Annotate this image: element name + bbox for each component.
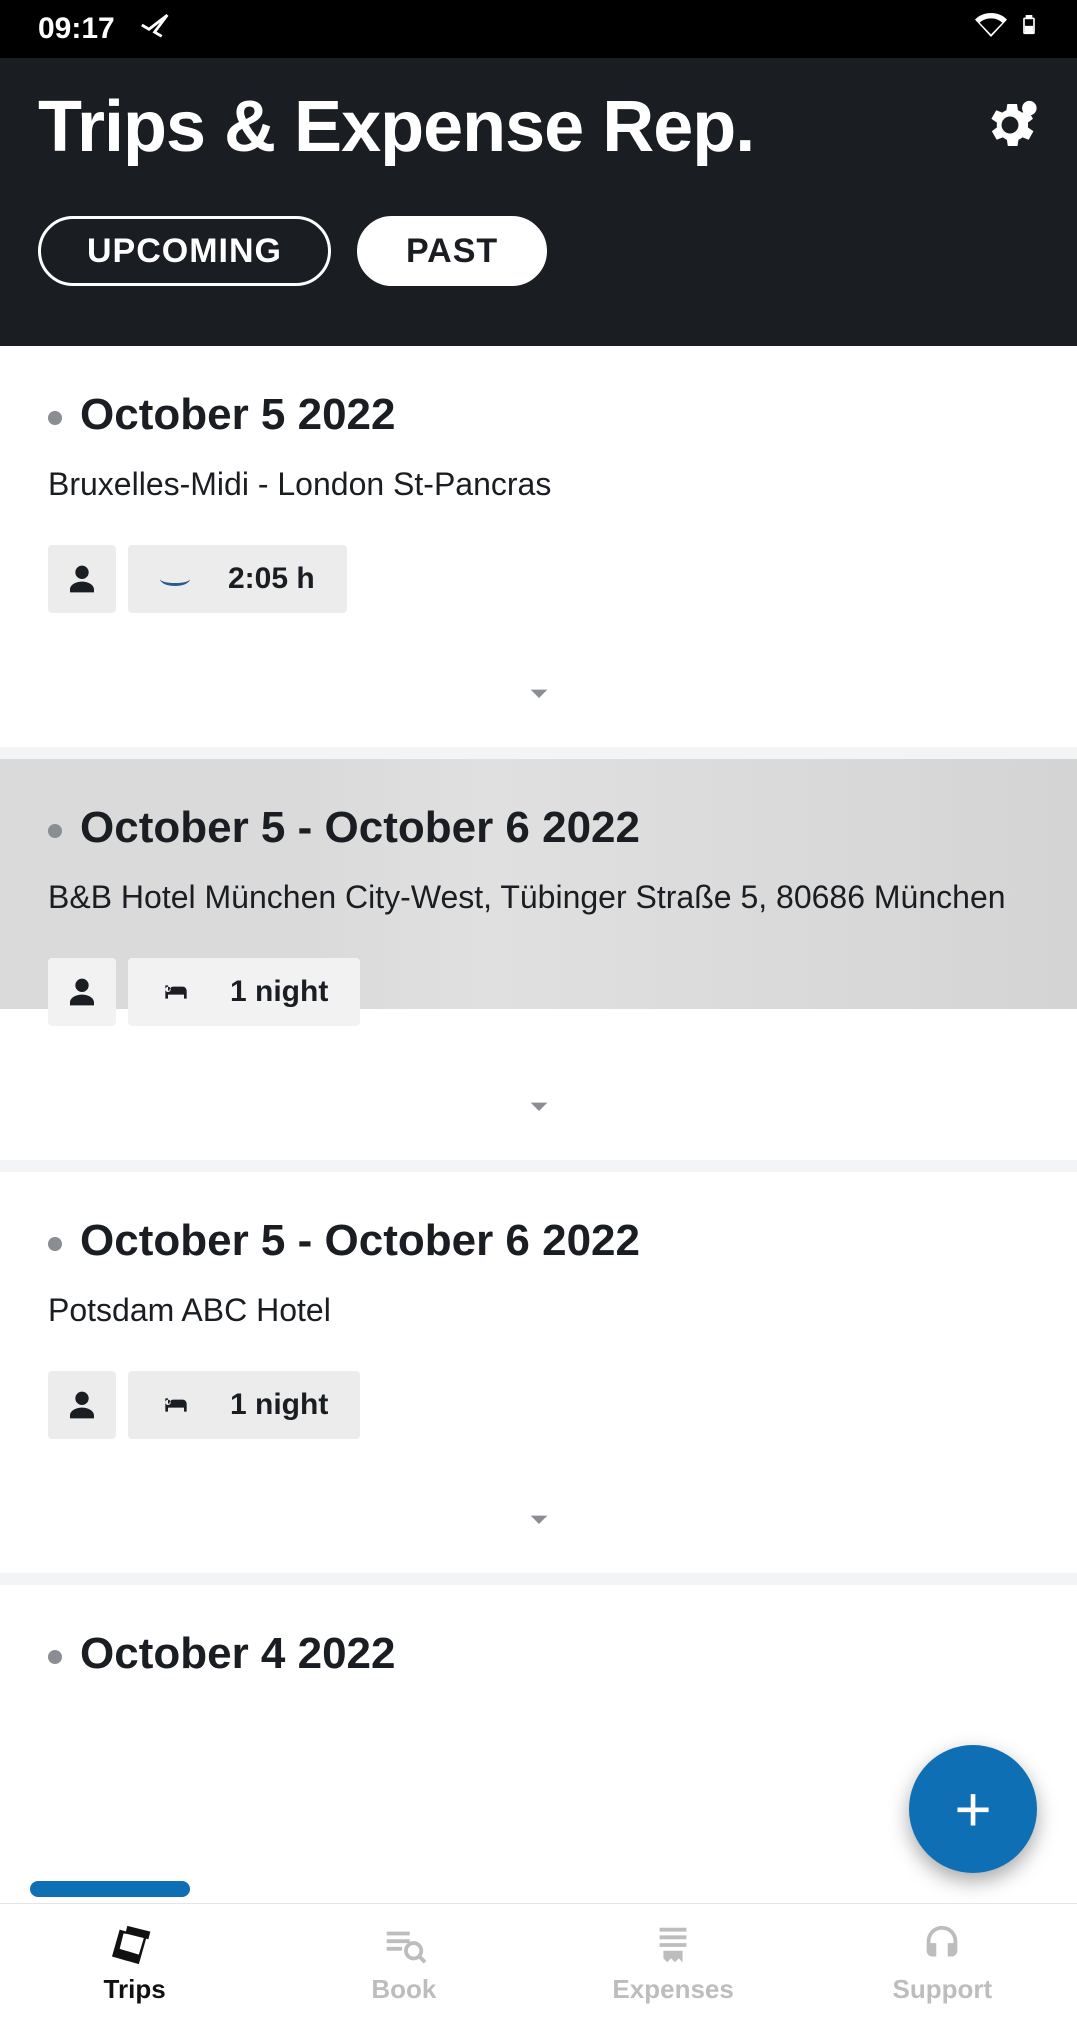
bed-icon: [160, 976, 192, 1008]
traveler-chip[interactable]: [48, 545, 116, 613]
plus-icon: +: [954, 1777, 991, 1841]
bed-icon: [160, 1389, 192, 1421]
trip-card[interactable]: October 5 - October 6 2022 B&B Hotel Mün…: [0, 759, 1077, 1160]
expand-button[interactable]: [48, 1439, 1029, 1543]
filter-tabs: UPCOMING PAST: [38, 216, 1039, 286]
gear-icon: [981, 96, 1039, 154]
nav-label: Book: [371, 1974, 436, 2005]
page-title: Trips & Expense Rep.: [38, 86, 754, 168]
trip-date: October 5 2022: [80, 390, 396, 440]
trip-date: October 4 2022: [80, 1629, 396, 1679]
duration-chip[interactable]: 1 night: [128, 958, 360, 1026]
bullet-icon: [48, 824, 62, 838]
wifi-icon: [975, 9, 1007, 49]
trip-date: October 5 - October 6 2022: [80, 1216, 640, 1266]
app-header: Trips & Expense Rep. UPCOMING PAST: [0, 58, 1077, 346]
trip-card[interactable]: October 5 - October 6 2022 Potsdam ABC H…: [0, 1172, 1077, 1573]
expand-button[interactable]: [48, 613, 1029, 717]
battery-icon: [1019, 10, 1039, 48]
trip-date: October 5 - October 6 2022: [80, 803, 640, 853]
trip-card[interactable]: October 5 2022 Bruxelles-Midi - London S…: [0, 346, 1077, 747]
bullet-icon: [48, 1650, 62, 1664]
flight-mode-icon: [139, 8, 173, 50]
traveler-chip[interactable]: [48, 1371, 116, 1439]
status-bar: 09:17: [0, 0, 1077, 58]
person-icon: [66, 976, 98, 1008]
search-list-icon: [381, 1922, 427, 1968]
nav-book[interactable]: Book: [269, 1904, 538, 2023]
loading-indicator: [30, 1881, 190, 1897]
chevron-down-icon: [519, 1499, 559, 1539]
add-button[interactable]: +: [909, 1745, 1037, 1873]
trip-route: Bruxelles-Midi - London St-Pancras: [48, 466, 1029, 503]
trip-duration: 1 night: [230, 1388, 328, 1422]
tickets-icon: [112, 1922, 158, 1968]
tab-upcoming[interactable]: UPCOMING: [38, 216, 331, 286]
eurostar-logo: [160, 572, 190, 586]
chevron-down-icon: [519, 1086, 559, 1126]
bullet-icon: [48, 411, 62, 425]
person-icon: [66, 1389, 98, 1421]
bottom-nav: Trips Book Expenses Support: [0, 1903, 1077, 2023]
receipt-icon: [650, 1922, 696, 1968]
trip-route: Potsdam ABC Hotel: [48, 1292, 1029, 1329]
person-icon: [66, 563, 98, 595]
status-time: 09:17: [38, 12, 115, 46]
settings-button[interactable]: [981, 96, 1039, 159]
nav-label: Expenses: [612, 1974, 733, 2005]
trip-duration: 2:05 h: [228, 562, 315, 596]
duration-chip[interactable]: 2:05 h: [128, 545, 347, 613]
expand-button[interactable]: [48, 1026, 1029, 1130]
nav-label: Support: [893, 1974, 993, 2005]
trip-route: B&B Hotel München City-West, Tübinger St…: [48, 879, 1029, 916]
duration-chip[interactable]: 1 night: [128, 1371, 360, 1439]
nav-expenses[interactable]: Expenses: [539, 1904, 808, 2023]
traveler-chip[interactable]: [48, 958, 116, 1026]
nav-label: Trips: [104, 1974, 166, 2005]
nav-support[interactable]: Support: [808, 1904, 1077, 2023]
bullet-icon: [48, 1237, 62, 1251]
trips-list: October 5 2022 Bruxelles-Midi - London S…: [0, 346, 1077, 1879]
trip-duration: 1 night: [230, 975, 328, 1009]
tab-past[interactable]: PAST: [357, 216, 547, 286]
headset-icon: [919, 1922, 965, 1968]
nav-trips[interactable]: Trips: [0, 1904, 269, 2023]
chevron-down-icon: [519, 673, 559, 713]
